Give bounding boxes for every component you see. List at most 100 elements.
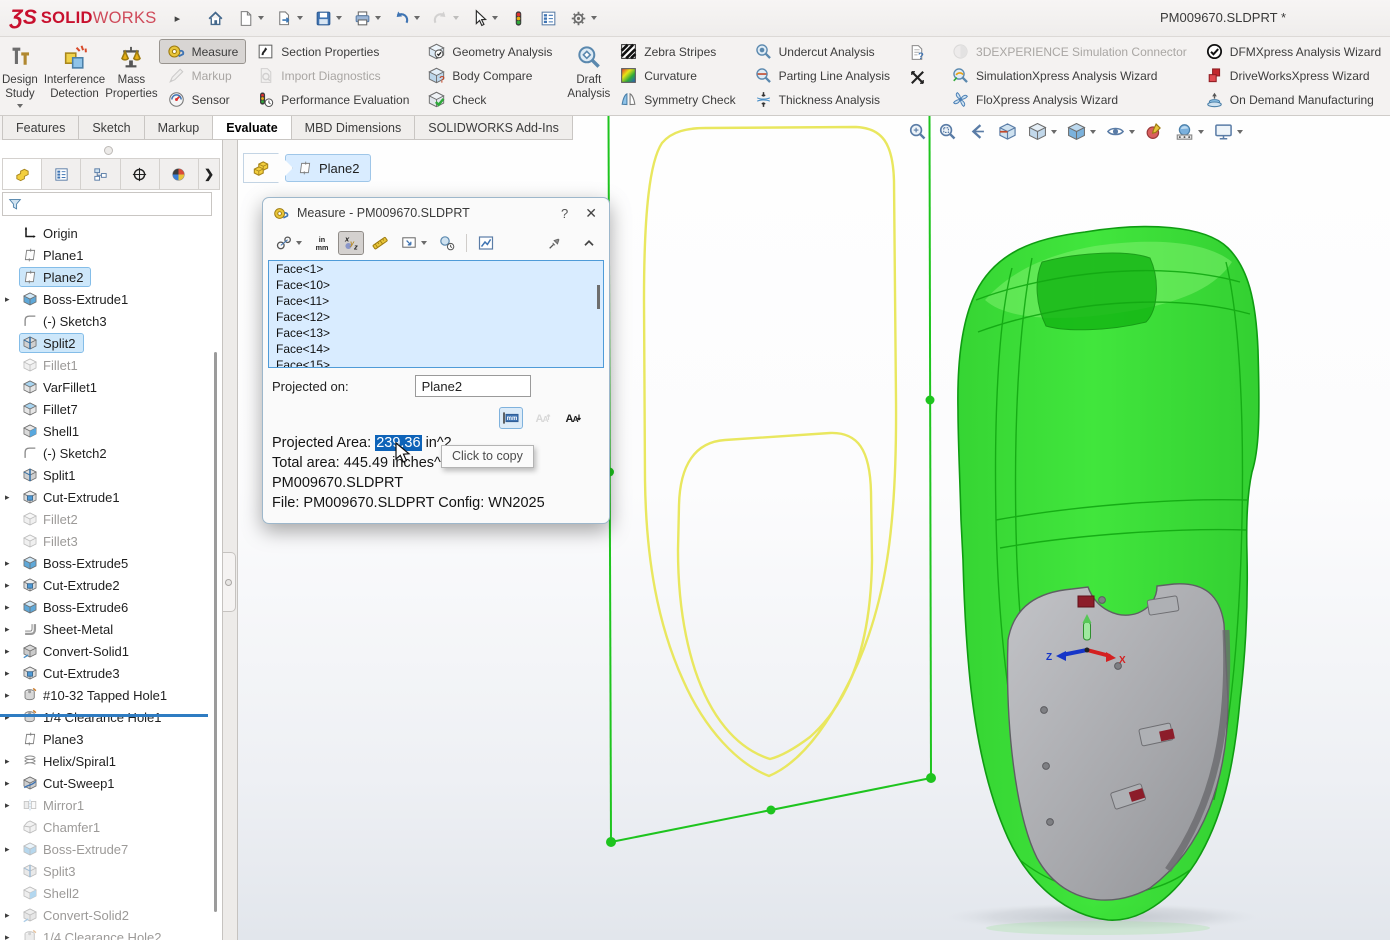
- dropdown-caret-icon[interactable]: [1051, 130, 1057, 134]
- expand-arrow-icon[interactable]: ▸: [5, 800, 20, 811]
- ribbon-button-draft-analysis[interactable]: Draft Analysis: [567, 38, 610, 113]
- tab-sketch[interactable]: Sketch: [78, 116, 144, 140]
- rollback-bar[interactable]: [0, 714, 208, 717]
- tree-config-tab[interactable]: [81, 159, 120, 189]
- tree-item-boss-extrude7[interactable]: ▸Boss-Extrude7: [0, 838, 214, 860]
- options-gear-button[interactable]: [565, 6, 601, 31]
- tree-item-1-4-clearance-hole2[interactable]: ▸1/4 Clearance Hole2: [0, 926, 214, 940]
- selection-list-item[interactable]: Face<12>: [269, 309, 603, 325]
- ribbon-button-driveworksxpress-wizard[interactable]: DriveWorksXpress Wizard: [1198, 64, 1388, 87]
- panel-collapse-handle[interactable]: [221, 552, 236, 612]
- ribbon-button-dfmxpress-analysis-wizard[interactable]: DFMXpress Analysis Wizard: [1198, 40, 1388, 63]
- arc-measure-button[interactable]: [272, 232, 305, 254]
- selection-list-item[interactable]: Face<13>: [269, 325, 603, 341]
- plane2-boundary[interactable]: [609, 116, 932, 842]
- tree-item-convert-solid1[interactable]: ▸Convert-Solid1: [0, 640, 214, 662]
- tree-item-split3[interactable]: Split3: [0, 860, 214, 882]
- tab-mbd-dimensions[interactable]: MBD Dimensions: [291, 116, 416, 140]
- tree-scrollbar[interactable]: [214, 352, 217, 912]
- view-orientation-button[interactable]: [1025, 120, 1059, 143]
- tree-item-plane3[interactable]: Plane3: [0, 728, 214, 750]
- view-settings-button[interactable]: [1211, 120, 1245, 143]
- expand-arrow-icon[interactable]: ▸: [5, 844, 20, 855]
- sketch-contours[interactable]: [644, 127, 896, 776]
- ribbon-button-undercut-analysis[interactable]: Undercut Analysis: [747, 40, 897, 63]
- edit-appearance-button[interactable]: [1142, 120, 1167, 143]
- tree-item-cut-extrude2[interactable]: ▸Cut-Extrude2: [0, 574, 214, 596]
- expand-arrow-icon[interactable]: ▸: [5, 756, 20, 767]
- breadcrumb-plane-chip[interactable]: Plane2: [285, 154, 371, 182]
- total-area-line[interactable]: Total area: 445.49 inches^2: [272, 453, 600, 473]
- tree-item-shell2[interactable]: Shell2: [0, 882, 214, 904]
- tree-item-fillet3[interactable]: Fillet3: [0, 530, 214, 552]
- ribbon-button-sensor[interactable]: Sensor: [160, 88, 246, 111]
- list-scrollbar[interactable]: [597, 285, 600, 309]
- previous-view-button[interactable]: [965, 120, 990, 143]
- new-doc-button[interactable]: [232, 6, 268, 31]
- units-in-mm-button[interactable]: inmm: [310, 232, 334, 254]
- selection-list-item[interactable]: Face<14>: [269, 341, 603, 357]
- plane2-vertex-points[interactable]: [605, 396, 936, 848]
- dropdown-caret-icon[interactable]: [375, 16, 381, 20]
- display-style-button[interactable]: [1064, 120, 1098, 143]
- caliper-button[interactable]: [368, 232, 392, 254]
- tab-evaluate[interactable]: Evaluate: [212, 116, 291, 140]
- projected-on-button[interactable]: [397, 232, 430, 254]
- ribbon-button-simulationxpress-analysis-wizard[interactable]: SimulationXpress Analysis Wizard: [944, 64, 1194, 87]
- ribbon-button-design-study[interactable]: Design Study: [2, 38, 38, 113]
- dropdown-caret-icon[interactable]: [1237, 130, 1243, 134]
- tree-tabs-expand-button[interactable]: ❯: [199, 159, 219, 189]
- tab-markup[interactable]: Markup: [144, 116, 214, 140]
- ribbon-button-measure[interactable]: Measure: [160, 40, 246, 63]
- ribbon-button-import-diagnostics[interactable]: Import Diagnostics: [249, 64, 416, 87]
- select-cursor-button[interactable]: [466, 6, 502, 31]
- selection-list-item[interactable]: Face<15>: [269, 357, 603, 368]
- zoom-fit-button[interactable]: [905, 120, 930, 143]
- collapse-button[interactable]: [578, 233, 600, 253]
- tree-item-boss-extrude1[interactable]: ▸Boss-Extrude1: [0, 288, 214, 310]
- xyz-measure-button[interactable]: xyz: [339, 232, 363, 254]
- tree-item-cut-extrude3[interactable]: ▸Cut-Extrude3: [0, 662, 214, 684]
- dropdown-caret-icon[interactable]: [591, 16, 597, 20]
- panel-splitter[interactable]: [222, 140, 238, 940]
- home-button[interactable]: [202, 6, 229, 31]
- dropdown-caret-icon[interactable]: [1129, 130, 1135, 134]
- dropdown-caret-icon[interactable]: [296, 241, 302, 245]
- measure-dialog-titlebar[interactable]: Measure - PM009670.SLDPRT ? ✕: [263, 198, 609, 228]
- expand-arrow-icon[interactable]: ▸: [5, 624, 20, 635]
- properties-list-button[interactable]: [535, 6, 562, 31]
- font-increase-button[interactable]: AA: [562, 408, 584, 428]
- close-button[interactable]: ✕: [585, 205, 597, 222]
- expand-arrow-icon[interactable]: ▸: [5, 778, 20, 789]
- selection-list-item[interactable]: Face<10>: [269, 277, 603, 293]
- dropdown-caret-icon[interactable]: [453, 16, 459, 20]
- tree-item-fillet2[interactable]: Fillet2: [0, 508, 214, 530]
- ribbon-button-check[interactable]: Check: [420, 88, 559, 111]
- ribbon-button-floxpress-analysis-wizard[interactable]: FloXpress Analysis Wizard: [944, 88, 1194, 111]
- redo-button[interactable]: [427, 6, 463, 31]
- expand-arrow-icon[interactable]: ▸: [5, 910, 20, 921]
- apply-scene-button[interactable]: [1172, 120, 1206, 143]
- dropdown-caret-icon[interactable]: [297, 16, 303, 20]
- tree-item--sketch3[interactable]: (-) Sketch3: [0, 310, 214, 332]
- ribbon-button-mass-properties[interactable]: Mass Properties: [105, 38, 157, 113]
- ribbon-button-parting-line-analysis[interactable]: Parting Line Analysis: [747, 64, 897, 87]
- tree-item-boss-extrude6[interactable]: ▸Boss-Extrude6: [0, 596, 214, 618]
- tree-item-helix-spiral1[interactable]: ▸Helix/Spiral1: [0, 750, 214, 772]
- print-button[interactable]: [349, 6, 385, 31]
- ribbon-button-section-properties[interactable]: Section Properties: [249, 40, 416, 63]
- tree-part-tab[interactable]: [3, 159, 42, 189]
- ribbon-button-on-demand-manufacturing[interactable]: On Demand Manufacturing: [1198, 88, 1388, 111]
- expand-arrow-icon[interactable]: ▸: [5, 580, 20, 591]
- dropdown-caret-icon[interactable]: [421, 241, 427, 245]
- ruler-mm-button[interactable]: mm: [500, 408, 522, 428]
- ribbon-button-body-compare[interactable]: ?Body Compare: [420, 64, 559, 87]
- tree-item-varfillet1[interactable]: VarFillet1: [0, 376, 214, 398]
- dropdown-caret-icon[interactable]: [1198, 130, 1204, 134]
- tree-item-split1[interactable]: Split1: [0, 464, 214, 486]
- expand-arrow-icon[interactable]: ▸: [5, 294, 20, 305]
- section-view-button[interactable]: [995, 120, 1020, 143]
- pin-button[interactable]: [544, 233, 566, 253]
- tree-dimxpert-tab[interactable]: [121, 159, 160, 189]
- ribbon-button-performance-evaluation[interactable]: Performance Evaluation: [249, 88, 416, 111]
